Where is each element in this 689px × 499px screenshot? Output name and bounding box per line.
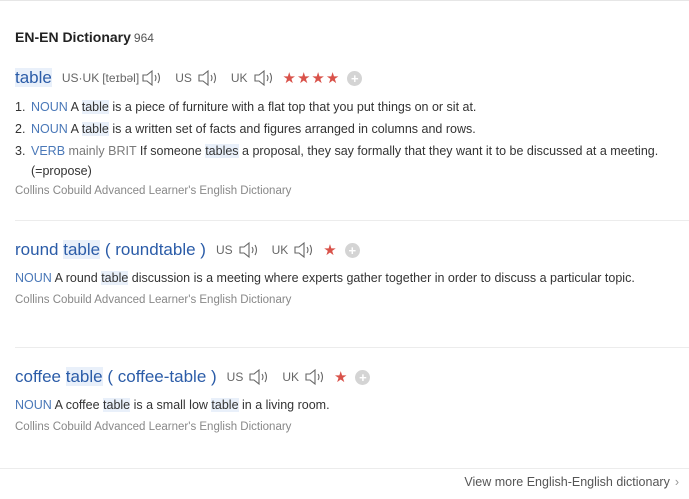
uk-label: UK [230,71,248,85]
chevron-right-icon: › [674,475,679,489]
dictionary-source: Collins Cobuild Advanced Learner's Engli… [15,421,292,433]
definition-item: NOUN A coffee table is a small low table… [15,398,330,412]
sense-number: 3. [15,144,26,158]
headword-variant: ( roundtable ) [104,240,206,259]
entry-header: round table ( roundtable ) US UK ★ + [15,238,689,262]
pronunciation-uk: UK [231,69,277,87]
speaker-icon[interactable] [293,241,317,259]
us-uk-label: US·UK [61,71,100,85]
phonetic: [teɪbəl] [102,71,140,85]
entry-table: table US·UK [teɪbəl] US UK ★★★★ + 1. NOU… [15,66,689,201]
pronunciation-us: US [216,241,262,259]
pronunciation-us: US [227,368,273,386]
part-of-speech: NOUN [31,122,68,136]
speaker-icon[interactable] [238,241,262,259]
pronunciation-us-uk: US·UK [teɪbəl] [62,69,165,87]
divider [15,347,689,348]
usage-tag: mainly BRIT [68,144,137,158]
add-icon[interactable]: + [347,70,363,86]
star-rating: ★★★★ [282,70,341,87]
part-of-speech: VERB [31,144,66,158]
entry-coffee-table: coffee table ( coffee-table ) US UK ★ + … [15,365,689,437]
top-border [0,0,689,1]
panel-title: EN-EN Dictionary 964 [15,29,154,45]
pronunciation-uk: UK [282,368,328,386]
entry-round-table: round table ( roundtable ) US UK ★ + NOU… [15,238,689,310]
part-of-speech: NOUN [31,100,68,114]
view-more-link[interactable]: View more English-English dictionary › [464,475,679,489]
uk-label: UK [282,370,299,384]
definition-item: NOUN A round table discussion is a meeti… [15,271,635,285]
speaker-icon[interactable] [253,69,277,87]
definition-item: 1. NOUN A table is a piece of furniture … [15,96,689,118]
dictionary-source: Collins Cobuild Advanced Learner's Engli… [15,185,292,197]
speaker-icon[interactable] [304,368,328,386]
headword-variant: ( coffee-table ) [107,367,217,386]
panel-title-text: EN-EN Dictionary [15,29,131,45]
sense-number: 2. [15,122,26,136]
headword[interactable]: table [15,68,52,88]
sense-number: 1. [15,100,26,114]
pronunciation-us: US [175,69,221,87]
us-label: US [175,71,192,85]
us-label: US [215,243,233,257]
entry-header: table US·UK [teɪbəl] US UK ★★★★ + [15,66,689,90]
entry-header: coffee table ( coffee-table ) US UK ★ + [15,365,689,389]
part-of-speech: NOUN [15,398,52,412]
headword[interactable]: coffee table ( coffee-table ) [15,367,217,387]
uk-label: UK [271,243,289,257]
footer-divider [0,468,689,469]
definition-item: 2. NOUN A table is a written set of fact… [15,118,689,140]
speaker-icon[interactable] [197,69,221,87]
add-icon[interactable]: + [344,242,360,258]
part-of-speech: NOUN [15,271,52,285]
result-count: 964 [133,31,154,45]
speaker-icon[interactable] [248,368,272,386]
headword[interactable]: round table ( roundtable ) [15,240,206,260]
star-rating: ★ [323,242,338,259]
definition-item: 3. VERB mainly BRIT If someone tables a … [15,140,689,181]
pronunciation-uk: UK [272,241,318,259]
dictionary-source: Collins Cobuild Advanced Learner's Engli… [15,294,292,306]
speaker-icon[interactable] [141,69,165,87]
us-label: US [226,370,244,384]
add-icon[interactable]: + [355,369,371,385]
star-rating: ★ [334,369,349,386]
divider [15,220,689,221]
